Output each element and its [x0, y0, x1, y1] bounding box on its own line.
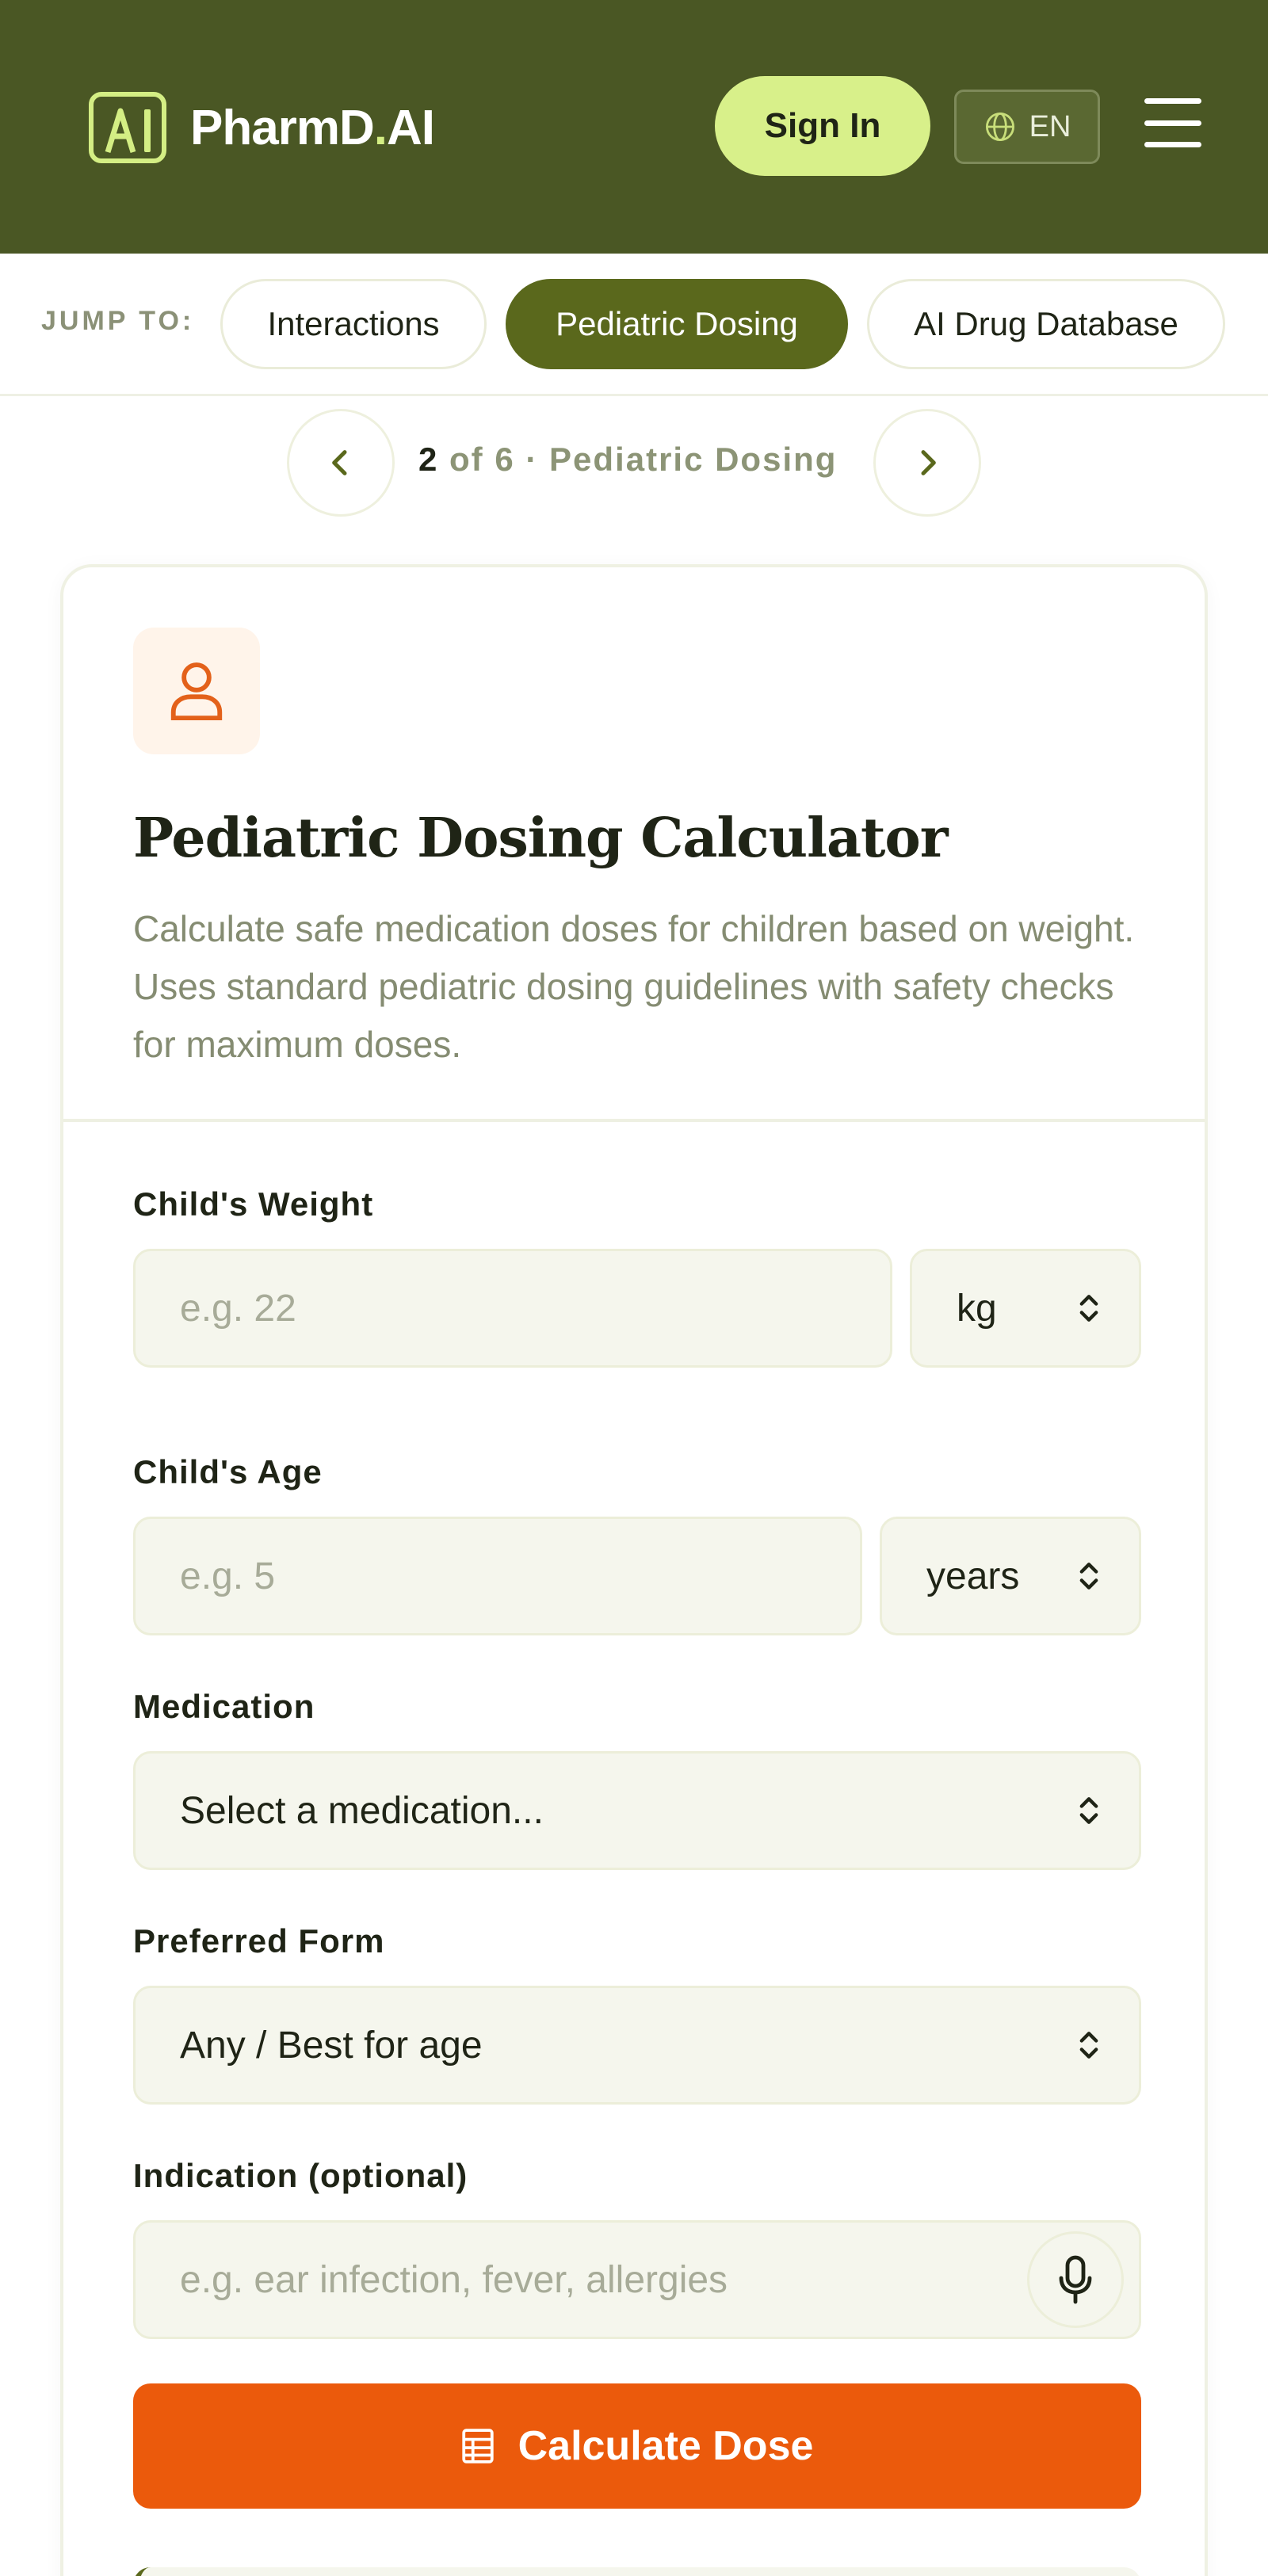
card-description: Calculate safe medication doses for chil… — [133, 908, 1135, 1065]
select-chevron-icon — [1079, 1563, 1098, 1589]
brand-logo-mark — [89, 92, 166, 163]
jump-to-nav: JUMP TO: Interactions Pediatric Dosing A… — [0, 254, 1268, 396]
preferred-form-label: Preferred Form — [133, 1922, 385, 1960]
age-input[interactable] — [133, 1517, 862, 1635]
mic-icon — [1059, 2255, 1092, 2304]
preferred-form-value: Any / Best for age — [180, 2024, 483, 2067]
result-panel-preview — [133, 2567, 1141, 2576]
jump-chip-interactions[interactable]: Interactions — [220, 279, 487, 369]
card-title: Pediatric Dosing Calculator — [133, 807, 949, 870]
age-unit-value: years — [926, 1555, 1020, 1597]
select-chevron-icon — [1079, 1295, 1098, 1322]
sign-in-button[interactable]: Sign In — [715, 76, 930, 176]
next-tool-button[interactable] — [873, 409, 981, 517]
pager-indicator: 2 of 6 · Pediatric Dosing — [418, 441, 837, 479]
brand-name-dot: . — [373, 100, 388, 155]
logo-i-glyph — [144, 109, 151, 152]
chevron-right-icon — [921, 450, 936, 475]
select-chevron-icon — [1079, 1797, 1098, 1824]
brand-name-main: PharmD — [190, 100, 375, 155]
app-header: PharmD.AI Sign In EN — [0, 0, 1268, 254]
pager-current: 2 — [418, 441, 439, 478]
brand-name-tail: AI — [386, 100, 435, 155]
voice-input-button[interactable] — [1027, 2231, 1124, 2328]
jump-chip-pediatric-dosing[interactable]: Pediatric Dosing — [506, 279, 848, 369]
medication-label: Medication — [133, 1688, 315, 1725]
preferred-form-select[interactable]: Any / Best for age — [133, 1986, 1141, 2105]
calculate-dose-button[interactable]: Calculate Dose — [133, 2383, 1141, 2509]
user-icon — [133, 628, 260, 754]
age-label: Child's Age — [133, 1453, 323, 1490]
weight-label: Child's Weight — [133, 1185, 374, 1223]
calculator-icon — [461, 2429, 494, 2463]
language-selector[interactable]: EN — [954, 90, 1100, 164]
jump-to-label: JUMP TO: — [41, 306, 195, 336]
indication-input[interactable] — [133, 2220, 1141, 2339]
age-unit-select[interactable]: years — [880, 1517, 1141, 1635]
pager-rest: of 6 · Pediatric Dosing — [438, 441, 838, 478]
indication-label: Indication (optional) — [133, 2157, 468, 2194]
weight-unit-select[interactable]: kg — [910, 1249, 1141, 1368]
select-chevron-icon — [1079, 2032, 1098, 2059]
logo-a-glyph — [105, 108, 136, 154]
weight-input[interactable] — [133, 1249, 892, 1368]
globe-icon — [985, 112, 1014, 142]
previous-tool-button[interactable] — [287, 409, 395, 517]
brand-name: PharmD.AI — [190, 100, 435, 156]
language-label: EN — [1029, 109, 1071, 143]
medication-select[interactable]: Select a medication... — [133, 1751, 1141, 1870]
weight-unit-value: kg — [957, 1287, 997, 1330]
medication-value: Select a medication... — [180, 1789, 544, 1832]
calculate-dose-label: Calculate Dose — [518, 2423, 814, 2469]
card-divider — [63, 1119, 1205, 1122]
pediatric-dosing-card: Pediatric Dosing Calculator Calculate sa… — [60, 564, 1208, 2576]
brand-logo[interactable]: PharmD.AI — [89, 92, 435, 163]
indication-field — [133, 2220, 1141, 2339]
jump-chip-ai-drug-database[interactable]: AI Drug Database — [867, 279, 1225, 369]
chevron-left-icon — [332, 450, 347, 475]
menu-icon[interactable] — [1144, 98, 1201, 147]
